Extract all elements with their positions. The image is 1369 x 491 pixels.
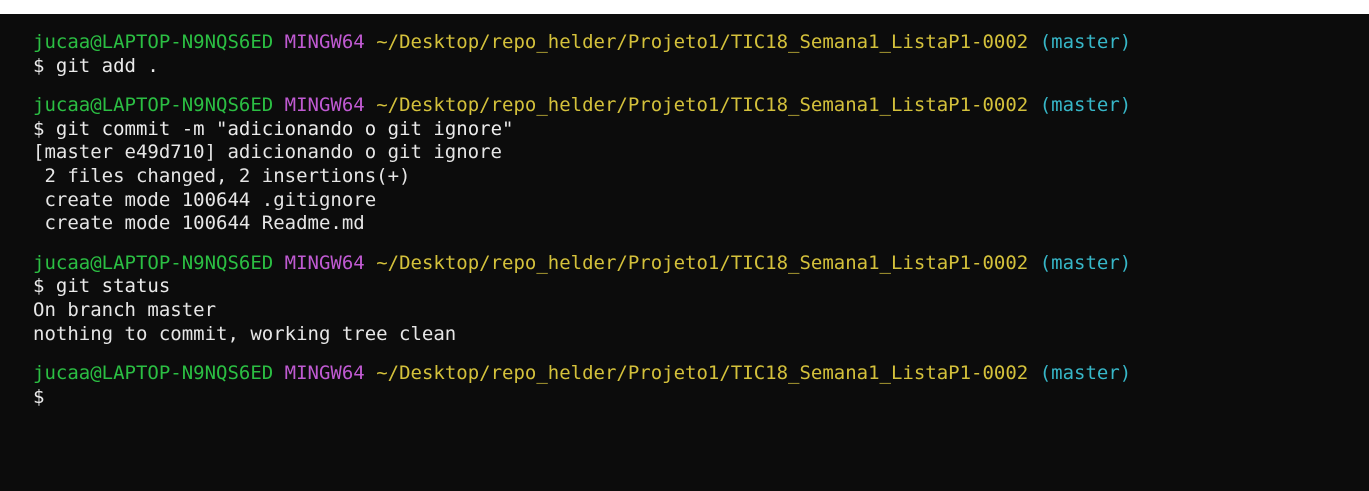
prompt-system: MINGW64 (284, 251, 365, 274)
prompt-path: ~/Desktop/repo_helder/Projeto1/TIC18_Sem… (376, 362, 1029, 385)
command-text: git add . (55, 54, 159, 77)
prompt-branch: (master) (1039, 251, 1132, 274)
prompt-line: jucaa@LAPTOP-N9NQS6ED MINGW64 ~/Desktop/… (33, 31, 1369, 55)
prompt-path: ~/Desktop/repo_helder/Projeto1/TIC18_Sem… (376, 31, 1029, 53)
prompt-symbol: $ (33, 117, 45, 140)
prompt-user-host: jucaa@LAPTOP-N9NQS6ED (33, 94, 274, 117)
terminal-window[interactable]: jucaa@LAPTOP-N9NQS6ED MINGW64 ~/Desktop/… (0, 14, 1369, 491)
prompt-system: MINGW64 (284, 362, 365, 385)
prompt-symbol: $ (33, 275, 45, 298)
prompt-path: ~/Desktop/repo_helder/Projeto1/TIC18_Sem… (376, 251, 1029, 274)
prompt-user-host: jucaa@LAPTOP-N9NQS6ED (33, 251, 274, 274)
prompt-symbol: $ (33, 385, 45, 408)
prompt-symbol: $ (33, 54, 45, 77)
prompt-system: MINGW64 (284, 94, 365, 117)
top-margin (0, 0, 1369, 14)
command-line: $ git commit -m "adicionando o git ignor… (33, 118, 1369, 142)
output-line: create mode 100644 Readme.md (33, 212, 365, 235)
prompt-system: MINGW64 (284, 31, 365, 53)
output-line: [master e49d710] adicionando o git ignor… (33, 141, 502, 164)
command-line[interactable]: $ (33, 386, 1369, 410)
command-line: $ git add . (33, 55, 1369, 79)
prompt-user-host: jucaa@LAPTOP-N9NQS6ED (33, 31, 274, 53)
command-line: $ git status (33, 275, 1369, 299)
prompt-branch: (master) (1039, 31, 1132, 53)
output-line: On branch master (33, 298, 217, 321)
prompt-user-host: jucaa@LAPTOP-N9NQS6ED (33, 362, 274, 385)
prompt-line: jucaa@LAPTOP-N9NQS6ED MINGW64 ~/Desktop/… (33, 252, 1369, 276)
prompt-line: jucaa@LAPTOP-N9NQS6ED MINGW64 ~/Desktop/… (33, 94, 1369, 118)
output-line: create mode 100644 .gitignore (33, 188, 377, 211)
output-line: nothing to commit, working tree clean (33, 322, 457, 345)
output-line: 2 files changed, 2 insertions(+) (33, 164, 411, 187)
prompt-branch: (master) (1039, 362, 1132, 385)
command-text: git commit -m "adicionando o git ignore" (55, 117, 514, 140)
prompt-path: ~/Desktop/repo_helder/Projeto1/TIC18_Sem… (376, 94, 1029, 117)
prompt-branch: (master) (1039, 94, 1132, 117)
command-text: git status (55, 275, 171, 298)
prompt-line: jucaa@LAPTOP-N9NQS6ED MINGW64 ~/Desktop/… (33, 362, 1369, 386)
